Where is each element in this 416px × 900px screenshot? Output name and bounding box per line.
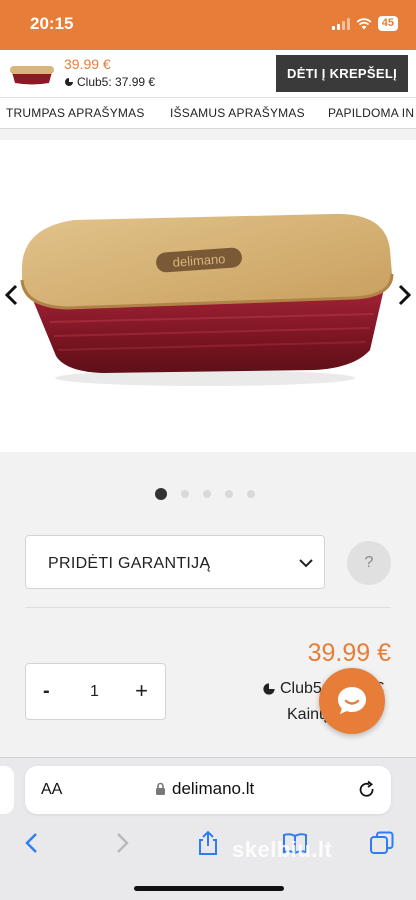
sticky-club-price-text: Club5: 37.99 €: [77, 75, 156, 89]
tab-short-description[interactable]: TRUMPAS APRAŠYMAS: [6, 106, 145, 120]
sticky-club-price: Club5: 37.99 €: [64, 75, 155, 89]
reader-options-button[interactable]: AA: [41, 781, 62, 799]
tabs-icon[interactable]: [368, 829, 396, 857]
chat-bubble-icon: [338, 687, 366, 714]
guarantee-label: PRIDĖTI GARANTIJĄ: [48, 555, 211, 572]
guarantee-select[interactable]: PRIDĖTI GARANTIJĄ: [25, 535, 325, 589]
quantity-minus-button[interactable]: -: [43, 680, 50, 703]
club-logo-icon: [65, 78, 73, 86]
product-image: delimano: [20, 213, 394, 386]
previous-tab-edge[interactable]: [0, 766, 14, 814]
wifi-icon: [356, 17, 372, 30]
gallery-dot-4[interactable]: [225, 490, 233, 498]
address-bar[interactable]: AA delimano.lt: [25, 766, 391, 814]
chevron-down-icon: [299, 559, 313, 568]
url-text: delimano.lt: [172, 779, 255, 798]
quantity-stepper: - 1 +: [25, 663, 166, 720]
add-to-cart-button[interactable]: DĖTI Į KREPŠELĮ: [276, 55, 408, 92]
guarantee-help-button[interactable]: ?: [347, 541, 391, 585]
forward-icon[interactable]: [108, 829, 136, 857]
product-thumbnail: [10, 66, 54, 85]
gallery-dot-1[interactable]: [155, 488, 167, 500]
sticky-product-bar: 39.99 € Club5: 37.99 € DĖTI Į KREPŠELĮ: [0, 50, 416, 98]
sticky-price: 39.99 €: [64, 56, 111, 72]
product-price: 39.99 €: [307, 639, 391, 667]
tab-full-description[interactable]: IŠSAMUS APRAŠYMAS: [170, 106, 305, 120]
watermark: skelbiu.lt: [232, 837, 333, 862]
gallery-dot-2[interactable]: [181, 490, 189, 498]
gallery-prev-arrow-icon[interactable]: [2, 283, 22, 307]
club-logo-icon: [263, 683, 275, 695]
url-display[interactable]: delimano.lt: [155, 779, 254, 799]
browser-chrome: AA delimano.lt skelbiu.lt: [0, 757, 416, 900]
lock-icon: [156, 782, 165, 795]
reload-icon[interactable]: [357, 780, 377, 800]
quantity-plus-button[interactable]: +: [135, 678, 148, 704]
gallery-dot-5[interactable]: [247, 490, 255, 498]
tab-additional-info[interactable]: PAPILDOMA IN: [328, 106, 414, 120]
status-icons: 45: [331, 16, 398, 31]
gallery-dot-3[interactable]: [203, 490, 211, 498]
description-tabs: TRUMPAS APRAŠYMAS IŠSAMUS APRAŠYMAS PAPI…: [0, 98, 416, 129]
share-icon[interactable]: [194, 829, 222, 857]
product-gallery[interactable]: delimano: [0, 140, 416, 452]
gallery-next-arrow-icon[interactable]: [394, 283, 414, 307]
quantity-value[interactable]: 1: [90, 683, 99, 701]
status-time: 20:15: [30, 14, 74, 33]
status-bar: 20:15 45: [0, 0, 416, 50]
gallery-pagination: [155, 488, 255, 500]
divider: [25, 607, 391, 608]
signal-icon: [331, 17, 350, 30]
battery-indicator: 45: [377, 16, 398, 31]
back-icon[interactable]: [18, 829, 46, 857]
chat-button[interactable]: [319, 668, 385, 734]
home-indicator: [134, 886, 284, 891]
